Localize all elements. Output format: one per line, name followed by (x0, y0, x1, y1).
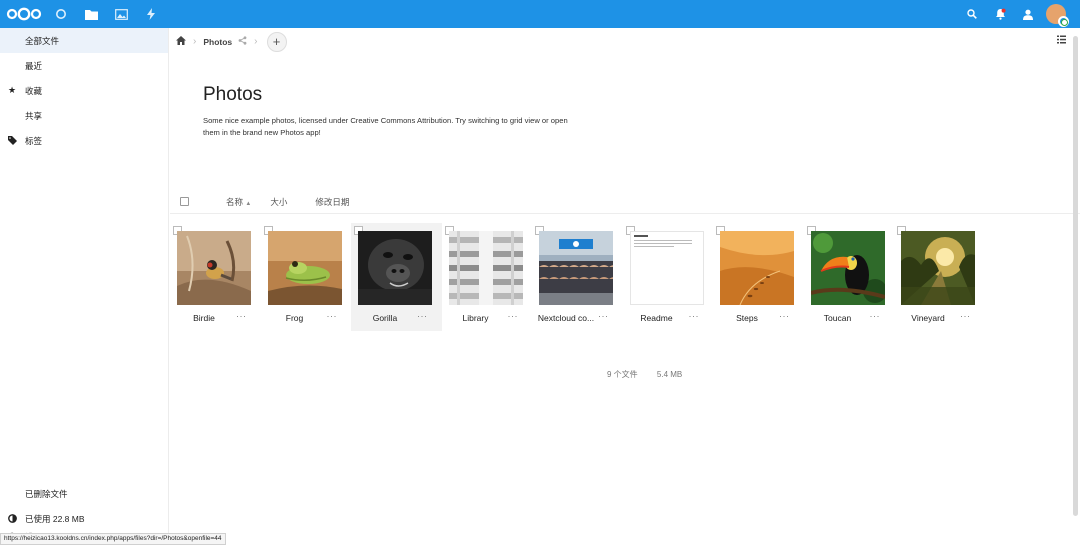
file-list-header: 名称 ▲ 大小 修改日期 (170, 190, 1080, 214)
photos-icon[interactable] (106, 0, 136, 28)
breadcrumb-folder[interactable]: Photos (203, 37, 232, 47)
sidebar-item-all-files[interactable]: 全部文件 (0, 28, 168, 53)
header-actions (958, 0, 1080, 28)
tag-icon (8, 136, 25, 145)
files-icon[interactable] (76, 0, 106, 28)
thumbnail-toucan[interactable] (810, 231, 885, 305)
readme-text: Some nice example photos, licensed under… (203, 116, 568, 137)
select-all-checkbox[interactable] (180, 197, 189, 206)
thumbnail-birdie[interactable] (177, 231, 251, 305)
more-actions-icon[interactable]: ··· (236, 311, 247, 321)
file-name[interactable]: Gorilla (351, 313, 419, 323)
sort-by-name[interactable]: 名称 ▲ (226, 196, 251, 208)
file-name[interactable]: Nextcloud co... (532, 313, 600, 323)
sort-ascending-icon: ▲ (245, 200, 252, 207)
file-tile-toucan[interactable]: Toucan ··· (804, 223, 895, 331)
sidebar-item-label: 收藏 (25, 85, 43, 96)
file-tile-nextcloud-community[interactable]: Nextcloud co... ··· (532, 223, 623, 331)
sort-by-size[interactable]: 大小 (270, 196, 287, 208)
sidebar-item-shared[interactable]: 共享 (0, 103, 168, 128)
contacts-icon[interactable] (1014, 0, 1042, 28)
notifications-icon[interactable] (986, 0, 1014, 28)
thumbnail-vineyard[interactable] (901, 231, 975, 305)
sidebar-item-label: 共享 (25, 110, 43, 121)
sidebar-item-deleted-files[interactable]: 已删除文件 (0, 481, 168, 506)
thumbnail-nextcloud-community[interactable] (539, 231, 613, 305)
scrollbar[interactable] (1073, 36, 1078, 516)
app-content: › Photos › + Photos Some nice example ph… (170, 28, 1080, 545)
sidebar-item-tags[interactable]: 标签 (0, 128, 168, 153)
file-name[interactable]: Steps (713, 313, 781, 323)
file-tile-frog[interactable]: Frog ··· (261, 223, 352, 331)
sidebar-item-label: 最近 (25, 60, 43, 71)
star-icon: ★ (8, 85, 17, 95)
thumbnail-steps[interactable] (720, 231, 794, 305)
search-icon[interactable] (958, 0, 986, 28)
quota-label: 已使用 22.8 MB (25, 513, 85, 524)
sidebar-item-label: 已删除文件 (25, 488, 68, 499)
file-grid: Birdie ··· Frog ··· Gorilla ··· Library … (170, 223, 985, 331)
quota-pie-icon (8, 514, 25, 523)
file-tile-gorilla[interactable]: Gorilla ··· (351, 223, 442, 331)
more-actions-icon[interactable]: ··· (870, 311, 881, 321)
more-actions-icon[interactable]: ··· (417, 311, 428, 321)
column-name-label: 名称 (226, 196, 244, 207)
file-name[interactable]: Readme (623, 313, 691, 323)
more-actions-icon[interactable]: ··· (598, 311, 609, 321)
file-summary: 9 个文件 5.4 MB (607, 369, 699, 380)
more-actions-icon[interactable]: ··· (689, 311, 700, 321)
app-navigation: 全部文件 最近 ★ 收藏 共享 标签 已删除文件 已使用 22.8 MB ⚙ 设… (0, 28, 169, 545)
file-name[interactable]: Vineyard (894, 313, 962, 323)
thumbnail-readme[interactable] (629, 231, 704, 305)
file-tile-library[interactable]: Library ··· (442, 223, 533, 331)
share-icon[interactable] (238, 36, 247, 47)
sidebar-item-label: 全部文件 (25, 35, 60, 46)
sidebar-item-recent[interactable]: 最近 (0, 53, 168, 78)
sidebar-item-label: 标签 (25, 135, 43, 146)
more-actions-icon[interactable]: ··· (327, 311, 338, 321)
add-new-button[interactable]: + (266, 31, 287, 52)
sidebar-item-quota[interactable]: 已使用 22.8 MB (0, 506, 168, 531)
browser-status-url: https://heizicao13.kooldns.cn/index.php/… (0, 533, 226, 545)
home-icon[interactable] (176, 36, 186, 47)
total-size: 5.4 MB (656, 370, 683, 379)
chevron-right-icon: › (254, 36, 258, 47)
more-actions-icon[interactable]: ··· (779, 311, 790, 321)
file-name[interactable]: Birdie (170, 313, 238, 323)
view-toggle-list-icon[interactable] (1057, 35, 1066, 46)
thumbnail-gorilla[interactable] (358, 231, 432, 305)
user-avatar[interactable] (1046, 4, 1069, 27)
file-name[interactable]: Frog (261, 313, 329, 323)
thumbnail-library[interactable] (448, 231, 523, 305)
plus-icon: + (272, 34, 281, 49)
thumbnail-frog[interactable] (267, 231, 342, 305)
file-name[interactable]: Library (442, 313, 510, 323)
readme-title: Photos (203, 84, 263, 105)
more-actions-icon[interactable]: ··· (960, 311, 971, 321)
more-actions-icon[interactable]: ··· (508, 311, 519, 321)
top-header (0, 0, 1080, 28)
dashboard-icon[interactable] (46, 0, 76, 28)
file-tile-birdie[interactable]: Birdie ··· (170, 223, 261, 331)
file-tile-steps[interactable]: Steps ··· (713, 223, 804, 331)
file-tile-readme[interactable]: Readme ··· (623, 223, 714, 331)
sort-by-modified[interactable]: 修改日期 (315, 196, 349, 208)
file-count: 9 个文件 (607, 370, 638, 379)
file-name[interactable]: Toucan (804, 313, 872, 323)
online-status-icon (1058, 16, 1069, 27)
chevron-right-icon: › (193, 36, 197, 47)
nextcloud-logo[interactable] (6, 0, 46, 28)
breadcrumb: › Photos › + (170, 28, 1080, 55)
file-tile-vineyard[interactable]: Vineyard ··· (894, 223, 985, 331)
activity-icon[interactable] (136, 0, 166, 28)
sidebar-item-favorites[interactable]: ★ 收藏 (0, 78, 168, 103)
